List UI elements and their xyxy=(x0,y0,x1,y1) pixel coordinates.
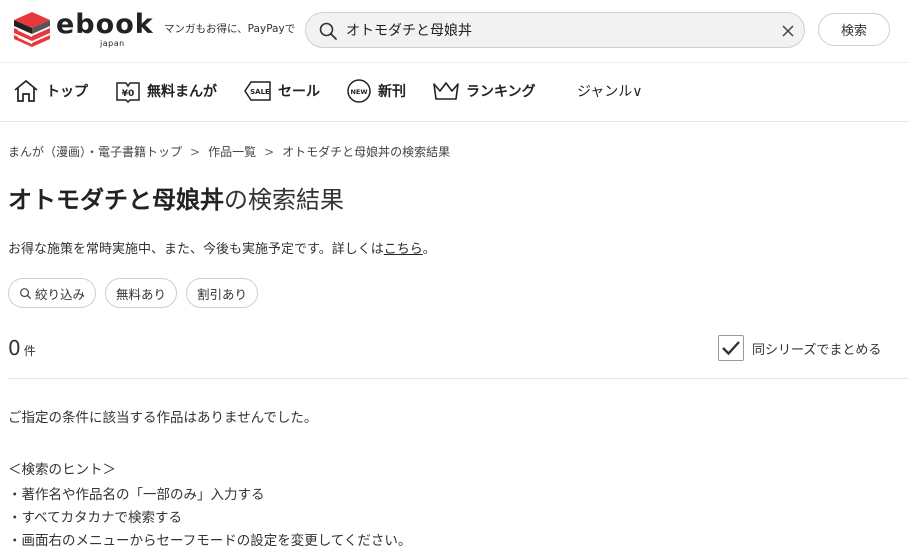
page-title: オトモダチと母娘丼の検索結果 xyxy=(8,184,344,216)
nav-item-ranking[interactable]: ランキング xyxy=(432,77,536,105)
search-icon xyxy=(319,22,337,40)
nav-item-label: セール xyxy=(278,84,320,100)
notice-link[interactable]: こちら xyxy=(384,242,423,257)
new-badge-icon: NEW xyxy=(347,79,371,103)
chip-label: 絞り込み xyxy=(35,286,86,302)
notice-end: 。 xyxy=(422,242,436,257)
svg-text:¥0: ¥0 xyxy=(122,89,135,99)
nav-item-label: トップ xyxy=(46,84,88,100)
svg-text:SALE: SALE xyxy=(250,88,270,96)
hint-item: ・著作名や作品名の「一部のみ」入力する xyxy=(8,487,265,503)
breadcrumb-separator: > xyxy=(264,145,275,159)
result-count-unit: 件 xyxy=(23,344,36,358)
search-input[interactable] xyxy=(346,18,766,42)
no-results-message: ご指定の条件に該当する作品はありませんでした。 xyxy=(8,410,318,426)
hint-item: ・すべてカタカナで検索する xyxy=(8,510,183,526)
filter-discount-button[interactable]: 割引あり xyxy=(186,278,259,308)
main-nav: トップ ¥0 無料まんが SALE セール NEW 新刊 ランキング ジャンル∨ xyxy=(0,62,909,122)
header-tagline: マンガもお得に、PayPayで xyxy=(164,23,296,35)
logo-wordmark: ebook xyxy=(56,9,154,40)
filter-narrow-button[interactable]: 絞り込み xyxy=(8,278,97,308)
hint-title: ＜検索のヒント＞ xyxy=(8,462,116,478)
filter-free-button[interactable]: 無料あり xyxy=(105,278,178,308)
nav-item-label: 無料まんが xyxy=(147,84,217,100)
notice-text: お得な施策を常時実施中、また、今後も実施予定です。詳しくは xyxy=(8,242,384,257)
series-checkbox[interactable] xyxy=(718,335,744,361)
breadcrumb-separator: > xyxy=(190,145,201,159)
search-keyword: オトモダチと母娘丼 xyxy=(8,186,224,214)
ebook-logo[interactable]: ebook japan xyxy=(12,9,154,50)
search-icon xyxy=(20,287,32,299)
title-suffix: の検索結果 xyxy=(224,186,344,214)
nav-item-genre[interactable]: ジャンル∨ xyxy=(577,77,643,105)
svg-text:NEW: NEW xyxy=(350,88,367,96)
sale-tag-icon: SALE xyxy=(244,81,271,101)
free-yen-icon: ¥0 xyxy=(116,82,140,103)
hint-list: ・著作名や作品名の「一部のみ」入力する ・すべてカタカナで検索する ・画面右のメ… xyxy=(8,484,411,553)
nav-item-top[interactable]: トップ xyxy=(12,77,88,105)
site-header: ebook japan マンガもお得に、PayPayで 検索 xyxy=(0,0,909,62)
house-icon xyxy=(14,79,38,102)
breadcrumb: まんが（漫画）・電子書籍トップ > 作品一覧 > オトモダチと母娘丼の検索結果 xyxy=(8,143,450,160)
breadcrumb-item-list[interactable]: 作品一覧 xyxy=(208,143,256,160)
logo-subtext: japan xyxy=(100,39,125,48)
close-icon[interactable] xyxy=(780,23,796,39)
campaign-notice: お得な施策を常時実施中、また、今後も実施予定です。詳しくはこちら。 xyxy=(8,238,436,257)
checkmark-icon xyxy=(722,341,740,356)
breadcrumb-item-current: オトモダチと母娘丼の検索結果 xyxy=(282,145,451,159)
nav-item-label: ランキング xyxy=(466,84,536,100)
filter-chips: 絞り込み 無料あり 割引あり xyxy=(8,278,259,308)
series-label: 同シリーズでまとめる xyxy=(752,342,882,358)
series-group-toggle[interactable]: 同シリーズでまとめる xyxy=(718,335,881,361)
result-count: 0件 xyxy=(8,336,36,360)
nav-item-label: 新刊 xyxy=(378,84,406,100)
nav-item-free[interactable]: ¥0 無料まんが xyxy=(115,77,217,105)
crown-icon xyxy=(433,82,459,100)
search-bar xyxy=(305,12,805,48)
nav-item-label: ジャンル∨ xyxy=(577,84,643,100)
search-button[interactable]: 検索 xyxy=(818,13,890,46)
divider xyxy=(8,378,909,379)
nav-item-new[interactable]: NEW 新刊 xyxy=(346,77,406,105)
breadcrumb-item-top[interactable]: まんが（漫画）・電子書籍トップ xyxy=(8,143,182,160)
hint-item: ・画面右のメニューからセーフモードの設定を変更してください。 xyxy=(8,533,412,549)
book-stack-icon xyxy=(14,12,50,47)
nav-item-sale[interactable]: SALE セール xyxy=(244,77,320,105)
result-count-number: 0 xyxy=(8,336,21,360)
